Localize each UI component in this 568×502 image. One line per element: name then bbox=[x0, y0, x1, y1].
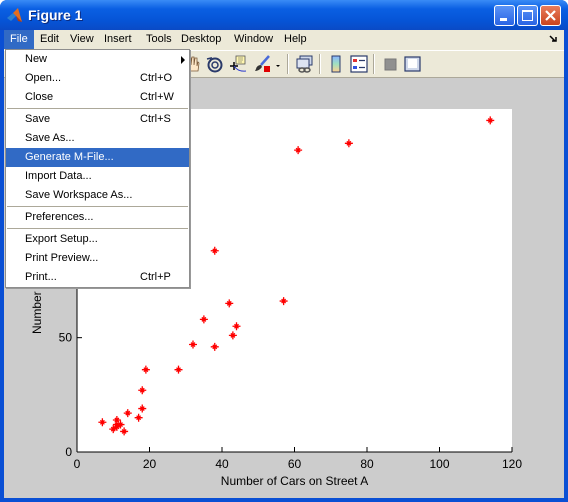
x-tick-label: 80 bbox=[360, 457, 374, 471]
x-tick-label: 120 bbox=[502, 457, 522, 471]
menu-item-label: Preferences... bbox=[25, 211, 94, 223]
file-menu-item-open[interactable]: Open... Ctrl+O bbox=[6, 69, 189, 88]
menu-item-label: Save As... bbox=[25, 132, 75, 144]
x-tick-label: 40 bbox=[215, 457, 229, 471]
menu-item-shortcut: Ctrl+S bbox=[140, 113, 171, 125]
file-menu-dropdown: New Open... Ctrl+O Close Ctrl+W Save Ctrl+S Sav… bbox=[5, 49, 190, 288]
menu-item-label: Export Setup... bbox=[25, 233, 98, 245]
file-menu-item-generate-m-file[interactable]: Generate M-File... bbox=[6, 148, 189, 167]
menu-item-label: Save Workspace As... bbox=[25, 189, 133, 201]
menu-item-label: Import Data... bbox=[25, 170, 92, 182]
file-menu-item-save-workspace-as[interactable]: Save Workspace As... bbox=[6, 186, 189, 205]
x-tick-label: 60 bbox=[288, 457, 302, 471]
menu-item-shortcut: Ctrl+W bbox=[140, 91, 174, 103]
file-menu-item-import-data[interactable]: Import Data... bbox=[6, 167, 189, 186]
file-menu-item-new[interactable]: New bbox=[6, 50, 189, 69]
menu-item-label: Save bbox=[25, 113, 51, 125]
file-menu-item-save-as[interactable]: Save As... bbox=[6, 129, 189, 148]
file-menu-item-export-setup[interactable]: Export Setup... bbox=[6, 230, 189, 249]
file-menu-item-print-preview[interactable]: Print Preview... bbox=[6, 249, 189, 268]
file-menu-item-close[interactable]: Close Ctrl+W bbox=[6, 88, 189, 107]
file-menu-item-save[interactable]: Save Ctrl+S bbox=[6, 110, 189, 129]
menu-item-label: Print Preview... bbox=[25, 252, 99, 264]
menu-item-label: Close bbox=[25, 91, 54, 103]
menu-item-shortcut: Ctrl+O bbox=[140, 72, 173, 84]
menu-item-label: Print... bbox=[25, 271, 57, 283]
menu-separator bbox=[7, 228, 188, 229]
x-tick-label: 20 bbox=[143, 457, 157, 471]
figure-window: Figure 1 File Edit View Insert Tools Des… bbox=[0, 0, 568, 502]
x-axis-label: Number of Cars on Street A bbox=[221, 474, 368, 488]
x-tick-label: 100 bbox=[429, 457, 449, 471]
menu-item-label: Generate M-File... bbox=[25, 151, 114, 163]
menu-item-shortcut: Ctrl+P bbox=[140, 271, 171, 283]
file-menu-item-print[interactable]: Print... Ctrl+P bbox=[6, 268, 189, 287]
y-tick-label: 0 bbox=[65, 445, 72, 459]
menu-separator bbox=[7, 108, 188, 109]
menu-item-label: Open... bbox=[25, 72, 62, 84]
x-tick-label: 0 bbox=[74, 457, 81, 471]
file-menu-item-preferences[interactable]: Preferences... bbox=[6, 208, 189, 227]
submenu-arrow-icon bbox=[181, 56, 185, 64]
y-tick-label: 50 bbox=[59, 331, 73, 345]
menu-item-label: New bbox=[25, 53, 48, 65]
window-bottom-border bbox=[0, 498, 568, 502]
menu-separator bbox=[7, 206, 188, 207]
